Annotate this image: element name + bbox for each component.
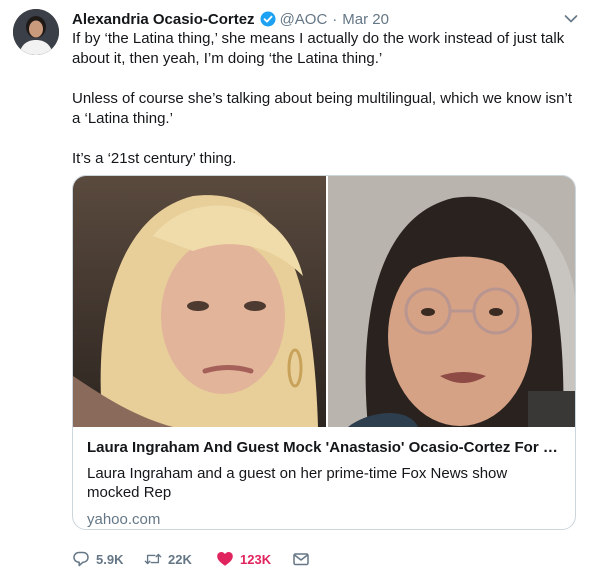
link-preview-card[interactable]: Laura Ingraham And Guest Mock 'Anastasio…	[72, 175, 576, 530]
like-button[interactable]: 123K	[216, 550, 292, 568]
header-separator: ·	[332, 10, 338, 28]
like-count: 123K	[240, 551, 272, 567]
retweet-count: 22K	[168, 551, 192, 567]
card-title[interactable]: Laura Ingraham And Guest Mock 'Anastasio…	[87, 438, 563, 458]
envelope-icon	[292, 550, 310, 568]
author-handle[interactable]: @AOC	[280, 11, 328, 28]
direct-message-button[interactable]	[292, 550, 322, 568]
tweet-header: Alexandria Ocasio-Cortez @AOC · Mar 20	[72, 9, 389, 29]
retweet-button[interactable]: 22K	[144, 550, 216, 568]
author-name[interactable]: Alexandria Ocasio-Cortez	[72, 11, 255, 28]
tweet-date[interactable]: Mar 20	[342, 11, 389, 28]
tweet-paragraph: If by ‘the Latina thing,’ she means I ac…	[72, 30, 565, 67]
tweet-paragraph: It’s a ‘21st century’ thing.	[72, 150, 237, 167]
retweet-icon	[144, 550, 162, 568]
tweet-paragraph: Unless of course she’s talking about bei…	[72, 90, 572, 127]
chevron-down-icon[interactable]	[562, 10, 580, 28]
avatar[interactable]	[13, 9, 59, 55]
reply-count: 5.9K	[96, 551, 124, 567]
card-text[interactable]: Laura Ingraham And Guest Mock 'Anastasio…	[87, 438, 563, 528]
reply-icon	[72, 550, 90, 568]
heart-icon	[216, 550, 234, 568]
card-photo-left	[73, 176, 326, 427]
verified-badge-icon	[260, 11, 276, 27]
card-photo-right	[328, 176, 575, 427]
card-domain: yahoo.com	[87, 511, 161, 528]
reply-button[interactable]: 5.9K	[72, 550, 144, 568]
card-image[interactable]	[73, 176, 575, 427]
tweet-actions: 5.9K 22K 123K	[72, 549, 322, 569]
tweet[interactable]: Alexandria Ocasio-Cortez @AOC · Mar 20 I…	[0, 0, 594, 577]
tweet-text: If by ‘the Latina thing,’ she means I ac…	[72, 29, 572, 169]
card-description: Laura Ingraham and a guest on her prime-…	[87, 465, 508, 501]
